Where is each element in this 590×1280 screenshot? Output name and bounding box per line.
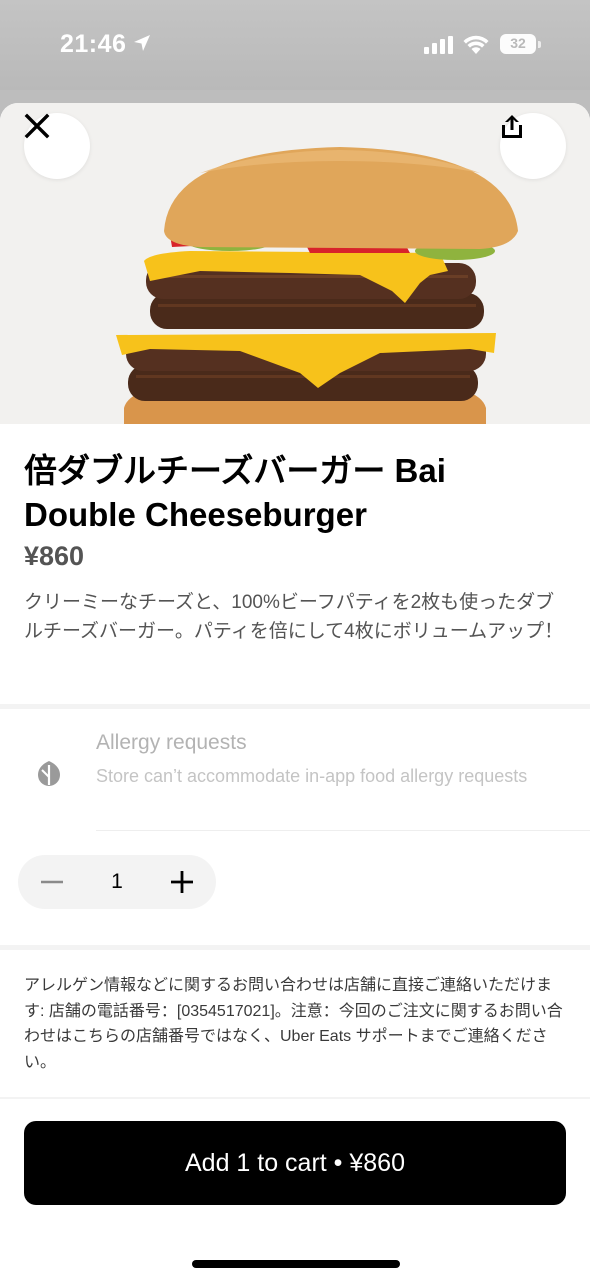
product-description: クリーミーなチーズと、100%ビーフパティを2枚も使ったダブルチーズバーガー。パ… bbox=[24, 592, 564, 642]
footer-divider bbox=[0, 1097, 590, 1099]
allergy-divider bbox=[96, 830, 590, 831]
close-button[interactable] bbox=[24, 113, 90, 179]
minus-icon[interactable] bbox=[38, 868, 66, 896]
close-icon bbox=[24, 113, 50, 139]
share-icon bbox=[502, 115, 522, 138]
location-arrow-icon bbox=[134, 35, 150, 51]
quantity-value: 1 bbox=[111, 870, 123, 893]
section-divider bbox=[0, 704, 590, 709]
battery-icon: 32 bbox=[500, 34, 542, 54]
cellular-signal-icon bbox=[424, 36, 453, 54]
wifi-icon bbox=[463, 35, 489, 54]
status-bar: 21:46 32 bbox=[0, 0, 590, 90]
allergy-requests-title: Allergy requests bbox=[96, 731, 247, 754]
add-to-cart-button[interactable]: Add 1 to cart • ¥860 bbox=[24, 1121, 566, 1205]
home-indicator bbox=[192, 1260, 400, 1268]
quantity-stepper: 1 bbox=[18, 855, 216, 909]
share-button[interactable] bbox=[500, 113, 566, 179]
allergy-requests-subtitle: Store can’t accommodate in-app food alle… bbox=[96, 766, 528, 786]
product-image bbox=[0, 103, 590, 424]
status-time: 21:46 bbox=[60, 30, 127, 58]
allergy-icon bbox=[38, 761, 60, 786]
item-detail-sheet: 倍ダブルチーズバーガー Bai Double Cheeseburger ¥860… bbox=[0, 103, 590, 1280]
battery-level: 32 bbox=[510, 35, 526, 51]
allergen-contact-info: アレルゲン情報などに関するお問い合わせは店舗に直接ご連絡いただけます: 店舗の電… bbox=[24, 977, 563, 1071]
product-title: 倍ダブルチーズバーガー Bai Double Cheeseburger bbox=[24, 452, 446, 533]
product-price: ¥860 bbox=[24, 541, 85, 571]
plus-icon[interactable] bbox=[168, 868, 196, 896]
section-divider bbox=[0, 945, 590, 950]
